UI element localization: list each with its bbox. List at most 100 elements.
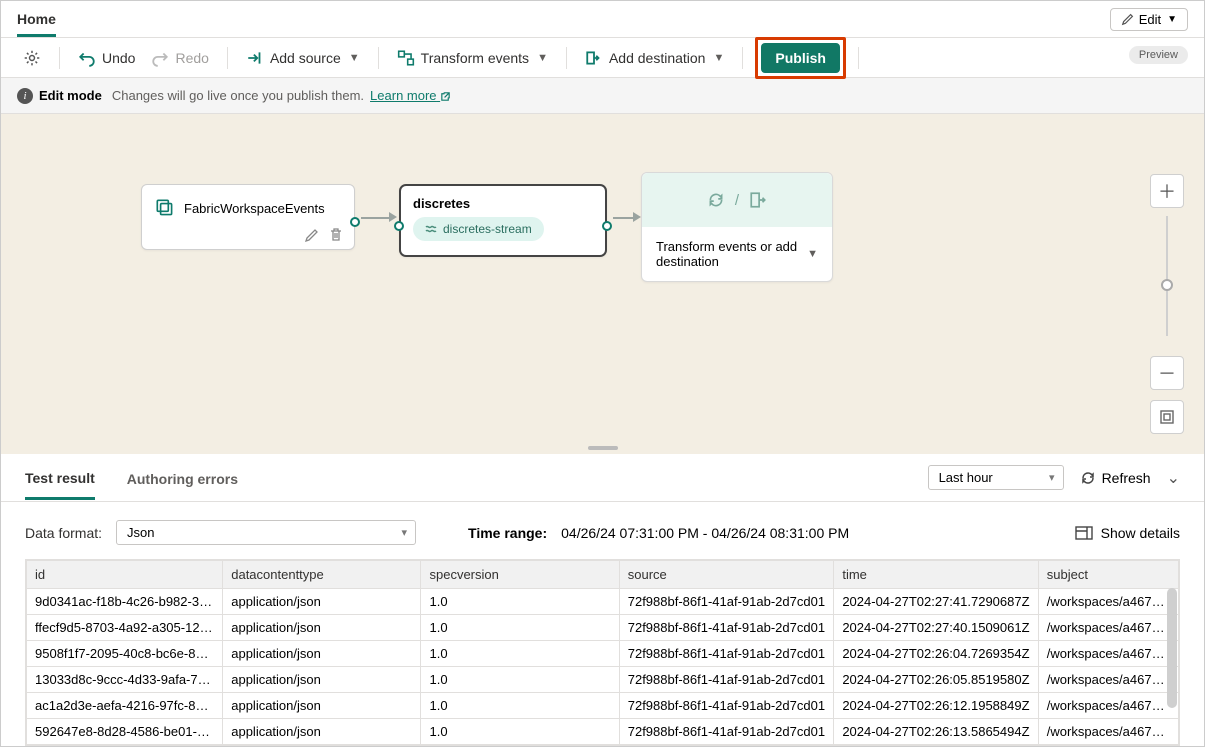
transform-button[interactable]: Transform events ▼ (391, 45, 554, 71)
th-specversion[interactable]: specversion (421, 561, 619, 589)
publish-button[interactable]: Publish (761, 43, 840, 73)
zoom-slider-thumb[interactable] (1161, 279, 1173, 291)
add-source-icon (246, 49, 264, 67)
publish-highlight: Publish (755, 37, 846, 79)
cell-src: 72f988bf-86f1-41af-91ab-2d7cd01 (619, 719, 834, 745)
th-time[interactable]: time (834, 561, 1038, 589)
external-link-icon (440, 91, 451, 102)
connector (361, 217, 391, 219)
cell-id: ac1a2d3e-aefa-4216-97fc-8b43d70 (27, 693, 223, 719)
pencil-icon[interactable] (304, 227, 320, 243)
trash-icon[interactable] (328, 227, 344, 243)
info-icon: i (17, 88, 33, 104)
edit-dropdown-button[interactable]: Edit ▼ (1110, 8, 1188, 31)
cell-sub: /workspaces/a467253e (1038, 693, 1178, 719)
cell-src: 72f988bf-86f1-41af-91ab-2d7cd01 (619, 693, 834, 719)
chevron-down-icon: ▼ (537, 52, 548, 64)
undo-label: Undo (102, 50, 135, 66)
tab-test-result[interactable]: Test result (25, 456, 95, 500)
table-row[interactable]: 9d0341ac-f18b-4c26-b982-35a1d1fapplicati… (27, 589, 1179, 615)
arrow-head-icon (389, 212, 397, 222)
tab-home[interactable]: Home (17, 1, 56, 37)
stream-node[interactable]: discretes discretes-stream (399, 184, 607, 257)
cell-time: 2024-04-27T02:27:41.7290687Z (834, 589, 1038, 615)
th-subject[interactable]: subject (1038, 561, 1178, 589)
timerange-select[interactable]: Last hour (928, 465, 1064, 490)
zoom-slider-track[interactable] (1166, 216, 1168, 336)
input-port[interactable] (394, 221, 404, 231)
data-format-label: Data format: (25, 525, 102, 541)
zoom-controls: ＋ － (1150, 174, 1184, 434)
cell-time: 2024-04-27T02:26:05.8519580Z (834, 667, 1038, 693)
th-datacontenttype[interactable]: datacontenttype (223, 561, 421, 589)
output-port[interactable] (350, 217, 360, 227)
output-port[interactable] (602, 221, 612, 231)
chevron-down-icon: ▼ (713, 52, 724, 64)
table-row[interactable]: 9508f1f7-2095-40c8-bc6e-82bc942applicati… (27, 641, 1179, 667)
cell-sv: 1.0 (421, 667, 619, 693)
th-id[interactable]: id (27, 561, 223, 589)
settings-button[interactable] (17, 45, 47, 71)
stream-chip-label: discretes-stream (443, 222, 532, 236)
edit-label: Edit (1139, 12, 1161, 27)
table-row[interactable]: ffecf9d5-8703-4a92-a305-12a423bapplicati… (27, 615, 1179, 641)
cell-dc: application/json (223, 719, 421, 745)
preview-badge: Preview (1129, 46, 1188, 64)
source-node-label: FabricWorkspaceEvents (184, 201, 325, 216)
slash: / (735, 192, 739, 209)
refresh-icon (1080, 470, 1096, 486)
th-source[interactable]: source (619, 561, 834, 589)
stream-icon (425, 223, 437, 235)
gear-icon (23, 49, 41, 67)
timerange-value: 04/26/24 07:31:00 PM - 04/26/24 08:31:00… (561, 525, 849, 541)
table-row[interactable]: ac1a2d3e-aefa-4216-97fc-8b43d70applicati… (27, 693, 1179, 719)
zoom-out-button[interactable]: － (1150, 356, 1184, 390)
resize-grip[interactable] (588, 446, 618, 450)
refresh-label: Refresh (1102, 470, 1151, 486)
source-node[interactable]: FabricWorkspaceEvents (141, 184, 355, 250)
table-row[interactable]: 13033d8c-9ccc-4d33-9afa-73f5c95applicati… (27, 667, 1179, 693)
refresh-button[interactable]: Refresh (1080, 470, 1151, 486)
destination-head: / (642, 173, 832, 227)
table-row[interactable]: 592647e8-8d28-4586-be01-46df52applicatio… (27, 719, 1179, 745)
cell-sub: /workspaces/a467253e (1038, 719, 1178, 745)
cell-sub: /workspaces/a467253e (1038, 641, 1178, 667)
redo-label: Redo (175, 50, 208, 66)
cell-src: 72f988bf-86f1-41af-91ab-2d7cd01 (619, 641, 834, 667)
divider (566, 47, 567, 69)
transform-label: Transform events (421, 50, 529, 66)
divider (742, 47, 743, 69)
results-table-wrap: id datacontenttype specversion source ti… (25, 559, 1180, 746)
cell-id: 9d0341ac-f18b-4c26-b982-35a1d1f (27, 589, 223, 615)
fit-view-button[interactable] (1150, 400, 1184, 434)
tab-authoring-errors[interactable]: Authoring errors (127, 457, 238, 498)
results-table: id datacontenttype specversion source ti… (26, 560, 1179, 745)
divider (858, 47, 859, 69)
cell-sub: /workspaces/a467253e (1038, 589, 1178, 615)
redo-button[interactable]: Redo (145, 45, 214, 71)
undo-button[interactable]: Undo (72, 45, 141, 71)
cell-sv: 1.0 (421, 693, 619, 719)
redo-icon (151, 49, 169, 67)
learn-more-link[interactable]: Learn more (370, 88, 451, 103)
cell-sv: 1.0 (421, 615, 619, 641)
collapse-chevron[interactable]: ⌄ (1167, 468, 1180, 488)
chevron-down-icon[interactable]: ▼ (807, 248, 818, 260)
arrow-head-icon (633, 212, 641, 222)
data-format-select[interactable]: Json (116, 520, 416, 545)
pencil-icon (1121, 12, 1135, 26)
add-source-button[interactable]: Add source ▼ (240, 45, 366, 71)
flow-canvas[interactable]: FabricWorkspaceEvents discretes discrete… (1, 114, 1204, 454)
cell-dc: application/json (223, 615, 421, 641)
exit-icon (749, 191, 767, 209)
add-destination-icon (585, 49, 603, 67)
cell-sv: 1.0 (421, 719, 619, 745)
scrollbar-thumb[interactable] (1167, 588, 1177, 708)
show-details-button[interactable]: Show details (1075, 525, 1180, 541)
add-destination-button[interactable]: Add destination ▼ (579, 45, 730, 71)
zoom-in-button[interactable]: ＋ (1150, 174, 1184, 208)
stream-chip[interactable]: discretes-stream (413, 217, 544, 241)
connector (613, 217, 635, 219)
destination-node[interactable]: / Transform events or add destination ▼ (641, 172, 833, 282)
transform-icon (397, 49, 415, 67)
